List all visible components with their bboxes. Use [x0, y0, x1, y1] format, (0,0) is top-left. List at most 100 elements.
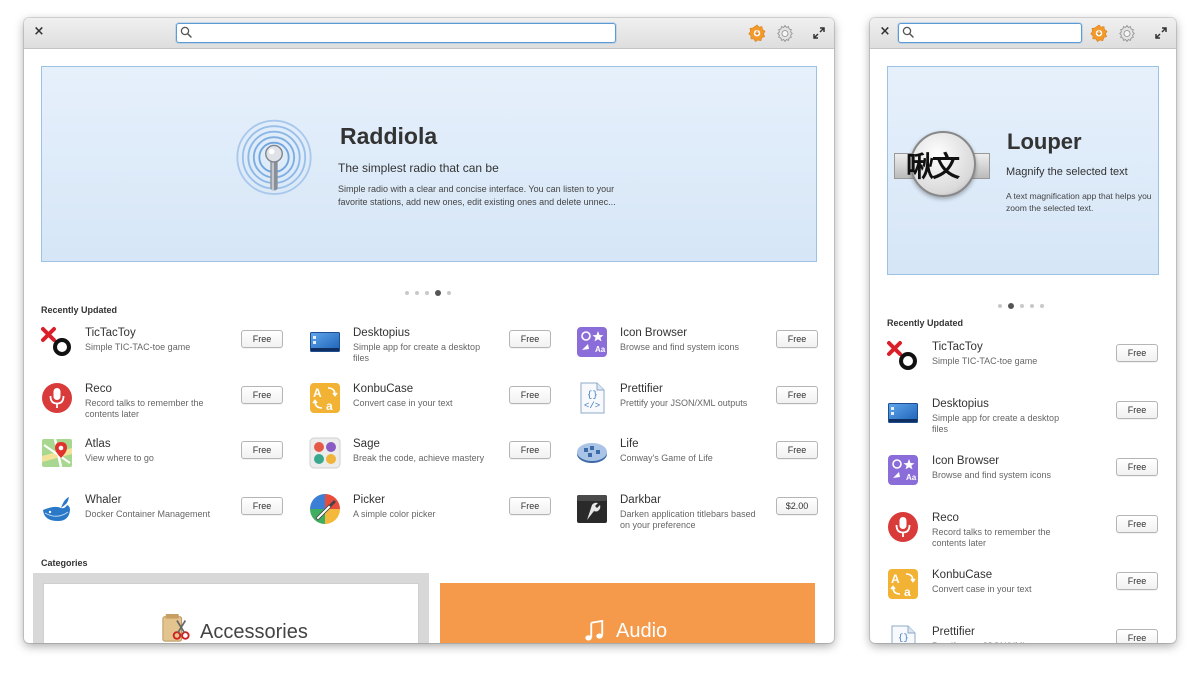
gear-icon[interactable] [776, 24, 794, 42]
price-button[interactable]: Free [509, 441, 551, 459]
whaler-whale-icon [41, 493, 73, 525]
banner-pager [998, 303, 1044, 309]
app-row[interactable]: Desktopius Simple app for create a deskto… [309, 322, 553, 363]
price-button[interactable]: Free [1116, 401, 1158, 419]
app-row[interactable]: Sage Break the code, achieve mastery Free [309, 433, 553, 473]
app-row[interactable]: TicTacToy Simple TIC-TAC-toe game Free [887, 336, 1160, 376]
app-name: Desktopius [353, 327, 410, 339]
price-button[interactable]: Free [776, 386, 818, 404]
app-row[interactable]: TicTacToy Simple TIC-TAC-toe game Free [41, 322, 285, 362]
price-button[interactable]: Free [241, 441, 283, 459]
pager-dot[interactable] [1008, 303, 1014, 309]
reco-microphone-icon [41, 382, 73, 414]
category-audio[interactable]: Audio [440, 583, 815, 643]
music-note-icon [583, 620, 605, 642]
app-name: Whaler [85, 494, 122, 506]
gear-icon[interactable] [1118, 24, 1136, 42]
pager-dot[interactable] [425, 291, 429, 295]
app-description: Conway's Game of Life [620, 453, 713, 463]
search-input[interactable] [195, 25, 609, 39]
category-label: Audio [616, 620, 668, 642]
featured-banner[interactable]: Raddiola The simplest radio that can be … [41, 66, 817, 262]
close-button[interactable]: × [878, 25, 892, 39]
banner-description: A text magnification app that helps you … [1006, 191, 1152, 213]
app-row[interactable]: Reco Record talks to remember the content… [887, 507, 1160, 548]
app-row[interactable]: Picker A simple color picker Free [309, 489, 553, 529]
banner-subtitle: The simplest radio that can be [338, 161, 499, 175]
maximize-icon[interactable] [812, 26, 826, 40]
app-row[interactable]: KonbuCase Convert case in your text Free [887, 564, 1160, 604]
maximize-icon[interactable] [1154, 26, 1168, 40]
konbucase-icon [309, 382, 341, 414]
icon-browser-icon [576, 326, 608, 358]
app-name: KonbuCase [932, 569, 993, 581]
app-row[interactable]: Darkbar Darken application titlebars base… [576, 489, 820, 530]
app-description: Prettify your JSON/XML outputs [620, 398, 748, 408]
pager-dot[interactable] [435, 290, 441, 296]
app-row[interactable]: Icon Browser Browse and find system icons… [887, 450, 1160, 490]
search-input[interactable] [917, 25, 1075, 39]
price-button[interactable]: Free [1116, 572, 1158, 590]
price-button[interactable]: Free [509, 497, 551, 515]
featured-banner[interactable]: 啾文 Louper Magnify the selected text A te… [887, 66, 1159, 275]
app-row[interactable]: Icon Browser Browse and find system icons… [576, 322, 820, 362]
price-button[interactable]: $2.00 [776, 497, 818, 515]
price-button[interactable]: Free [241, 497, 283, 515]
pager-dot[interactable] [447, 291, 451, 295]
banner-title: Louper [1007, 129, 1082, 154]
app-name: Reco [932, 512, 959, 524]
price-button[interactable]: Free [241, 330, 283, 348]
pager-dot[interactable] [405, 291, 409, 295]
price-button[interactable]: Free [509, 386, 551, 404]
recently-updated-heading: Recently Updated [887, 318, 964, 328]
price-button[interactable]: Free [776, 441, 818, 459]
categories-heading: Categories [41, 558, 88, 568]
updates-icon[interactable] [748, 24, 766, 42]
accessories-scissors-icon [161, 613, 191, 643]
atlas-map-icon [41, 437, 73, 469]
recently-updated-heading: Recently Updated [41, 305, 118, 315]
reco-microphone-icon [887, 511, 919, 543]
app-row[interactable]: Desktopius Simple app for create a deskto… [887, 393, 1160, 434]
app-description: View where to go [85, 453, 154, 463]
price-button[interactable]: Free [1116, 629, 1158, 643]
pager-dot[interactable] [1030, 304, 1034, 308]
app-row[interactable]: Atlas View where to go Free [41, 433, 285, 473]
app-row[interactable]: Prettifier Prettify your JSON/XML outputs… [887, 621, 1160, 643]
category-label: Accessories [200, 621, 308, 643]
app-row[interactable]: Prettifier Prettify your JSON/XML outputs… [576, 378, 820, 418]
pager-dot[interactable] [1020, 304, 1024, 308]
pager-dot[interactable] [415, 291, 419, 295]
price-button[interactable]: Free [1116, 515, 1158, 533]
app-row[interactable]: Reco Record talks to remember the content… [41, 378, 285, 419]
headerbar: × [24, 18, 834, 49]
picker-icon [309, 493, 341, 525]
pager-dot[interactable] [998, 304, 1002, 308]
app-row[interactable]: KonbuCase Convert case in your text Free [309, 378, 553, 418]
darkbar-icon [576, 493, 608, 525]
app-name: TicTacToy [932, 341, 983, 353]
search-field[interactable] [176, 23, 616, 43]
price-button[interactable]: Free [1116, 458, 1158, 476]
search-field[interactable] [898, 23, 1082, 43]
close-button[interactable]: × [32, 25, 46, 39]
banner-subtitle: Magnify the selected text [1006, 166, 1128, 178]
pager-dot[interactable] [1040, 304, 1044, 308]
price-button[interactable]: Free [509, 330, 551, 348]
app-name: Icon Browser [620, 327, 688, 339]
app-description: Break the code, achieve mastery [353, 453, 485, 463]
sage-icon [309, 437, 341, 469]
app-row[interactable]: Whaler Docker Container Management Free [41, 489, 285, 529]
prettifier-icon [887, 625, 919, 643]
app-description: Simple TIC-TAC-toe game [932, 356, 1038, 366]
banner-title: Raddiola [340, 123, 438, 149]
price-button[interactable]: Free [1116, 344, 1158, 362]
price-button[interactable]: Free [241, 386, 283, 404]
app-row[interactable]: Life Conway's Game of Life Free [576, 433, 820, 473]
updates-icon[interactable] [1090, 24, 1108, 42]
category-accessories[interactable]: Accessories [33, 573, 429, 643]
desktopius-icon [887, 397, 919, 429]
price-button[interactable]: Free [776, 330, 818, 348]
app-description: Darken application titlebars based on yo… [620, 509, 756, 530]
search-icon [180, 26, 192, 38]
